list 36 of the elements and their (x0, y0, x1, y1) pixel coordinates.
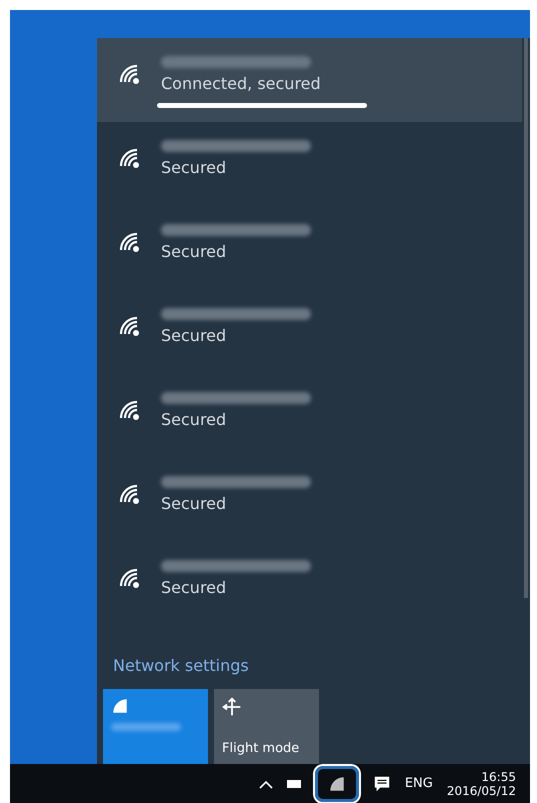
network-item[interactable]: Secured (97, 542, 522, 626)
network-item[interactable]: Secured (97, 290, 522, 374)
wifi-icon (117, 146, 141, 170)
notification-icon[interactable] (372, 774, 391, 792)
wifi-icon (117, 566, 141, 590)
battery-icon[interactable] (286, 780, 301, 788)
network-item[interactable]: Secured (97, 206, 522, 290)
network-status: Secured (161, 326, 228, 345)
wifi-icon (117, 230, 141, 254)
network-status: Secured (161, 158, 228, 177)
network-item[interactable]: Secured (97, 458, 522, 542)
wifi-icon (117, 62, 141, 86)
wifi-icon (111, 697, 129, 715)
wifi-icon (117, 314, 141, 338)
clock-date[interactable]: 2016/05/12 (446, 784, 516, 798)
network-status: Secured (161, 494, 228, 513)
network-settings-link[interactable]: Network settings (113, 656, 530, 675)
tile-label: Flight mode (222, 741, 300, 756)
network-status: Secured (161, 242, 228, 261)
network-item[interactable]: Connected, secured (97, 38, 522, 122)
network-item[interactable]: Secured (97, 122, 522, 206)
network-status: Secured (161, 578, 228, 597)
network-icon[interactable] (328, 774, 346, 792)
wifi-icon (117, 398, 141, 422)
wifi-tile[interactable] (103, 689, 208, 764)
network-item[interactable]: Secured (97, 374, 522, 458)
scrollbar[interactable] (524, 38, 528, 598)
clock-time[interactable]: 16:55 (481, 770, 516, 784)
chevron-up-icon[interactable] (258, 778, 273, 788)
language-indicator[interactable]: ENG (404, 776, 433, 791)
flight-mode-tile[interactable]: Flight mode (214, 689, 319, 764)
network-status: Secured (161, 410, 228, 429)
blurred-network-name (111, 723, 181, 731)
airplane-icon (222, 697, 242, 717)
wifi-icon (117, 482, 141, 506)
network-status: Connected, secured (161, 74, 322, 93)
